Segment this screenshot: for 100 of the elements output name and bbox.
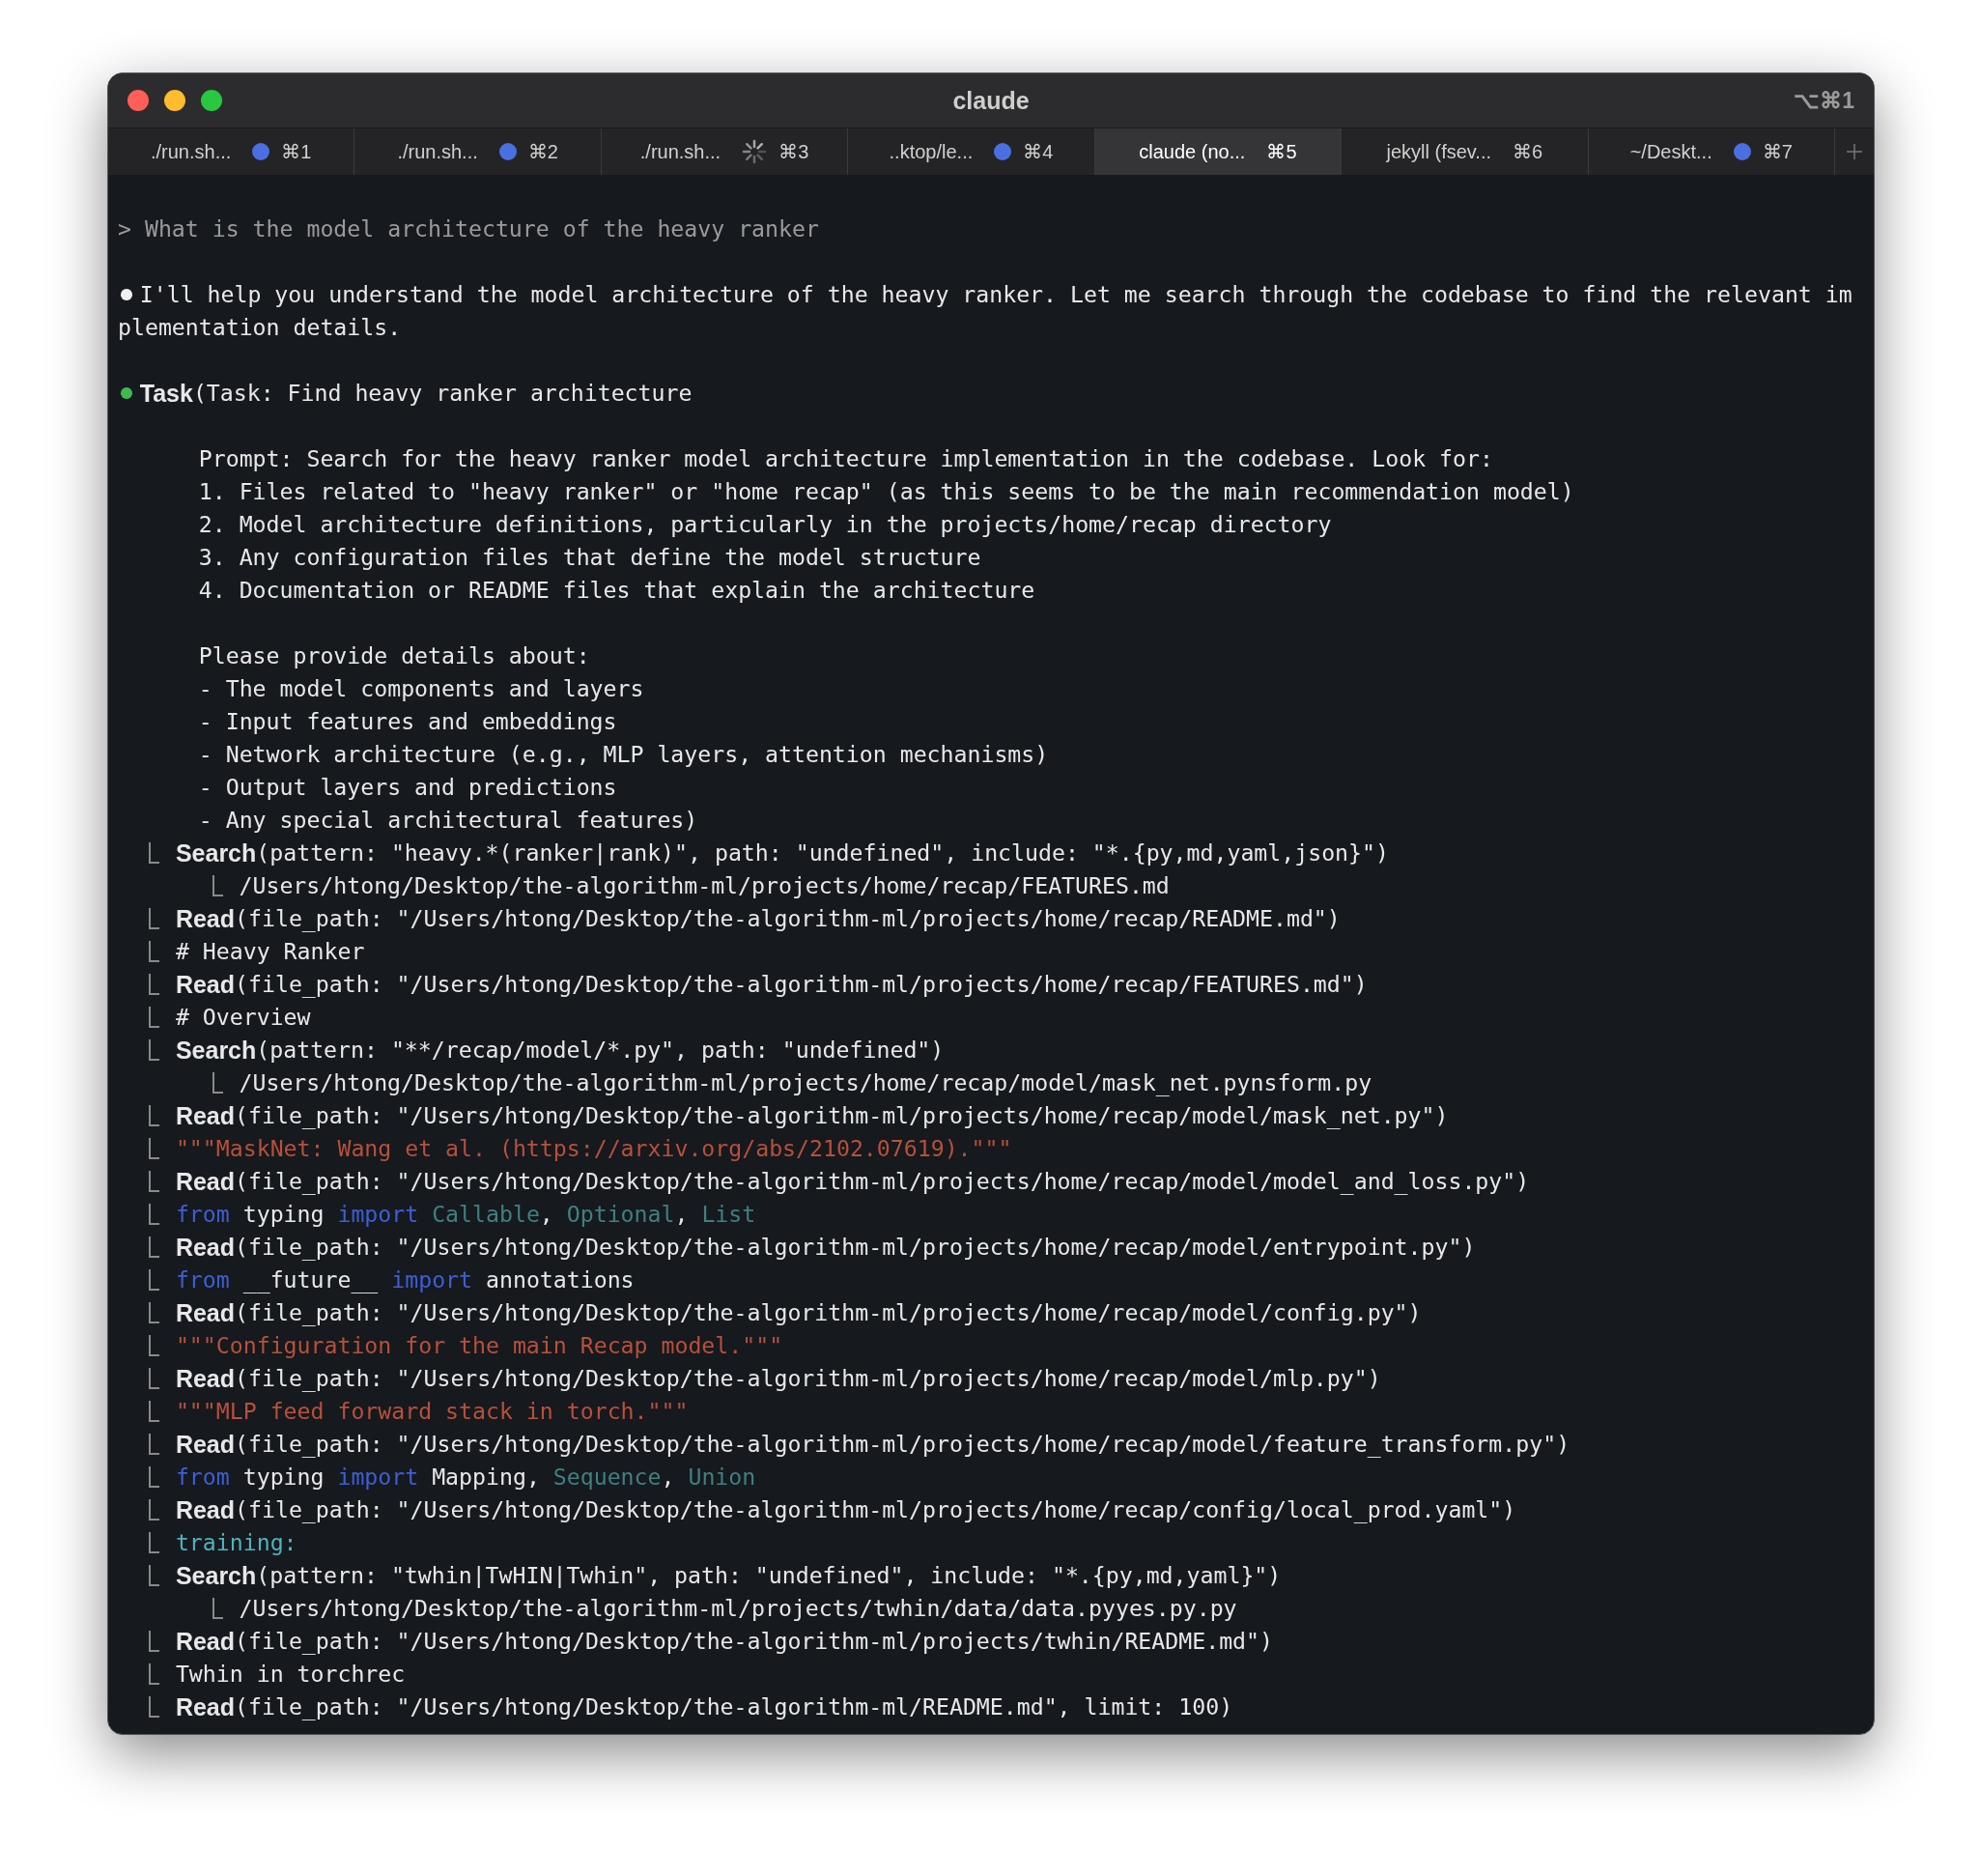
- output-line: /Users/htong/Desktop/the-algorithm-ml/projects/home/recap/FEATURES.md: [239, 871, 1170, 900]
- tool-name: Read: [175, 1627, 236, 1657]
- tree-branch-icon: [148, 1434, 159, 1455]
- output-line: from typing import Mapping, Sequence, Union: [175, 1463, 756, 1492]
- window-title: claude: [952, 86, 1030, 115]
- tree-branch-icon: [148, 908, 159, 929]
- tree-branch-icon: [148, 941, 159, 962]
- output-line: training:: [175, 1528, 297, 1557]
- tree-branch-icon: [148, 1171, 159, 1192]
- minimize-button[interactable]: [164, 90, 185, 111]
- tree-branch-icon: [148, 1631, 159, 1652]
- output-line: from typing import Callable, Optional, List: [175, 1200, 756, 1229]
- tool-name: Search: [175, 839, 257, 868]
- assistant-message-line: I'll help you understand the model architecture of the heavy ranker. Let me search through the codebase to find the relevant im: [139, 280, 1853, 309]
- tool-arguments: (file_path: "/Users/htong/Desktop/the-algorithm-ml/projects/home/recap/model/feature_transform.py"): [235, 1430, 1570, 1460]
- tree-branch-icon: [148, 1039, 159, 1061]
- tab-shortcut: ⌘3: [778, 140, 809, 163]
- tool-arguments: (file_path: "/Users/htong/Desktop/the-algorithm-ml/projects/twhin/README.md"): [235, 1627, 1273, 1657]
- tool-name: Task: [139, 379, 193, 409]
- terminal-tab[interactable]: claude (no... ⌘5: [1094, 128, 1343, 175]
- activity-dot-icon: [498, 143, 517, 160]
- tab-label: jekyll (fsev...: [1386, 140, 1492, 163]
- tool-name: Read: [175, 1430, 236, 1460]
- tool-arguments: (file_path: "/Users/htong/Desktop/the-algorithm-ml/projects/home/recap/config/local_prod.yaml"): [235, 1495, 1516, 1525]
- tool-name: Search: [175, 1036, 257, 1066]
- prompt-text-line: - The model components and layers: [198, 674, 644, 703]
- tool-name: Read: [175, 1298, 236, 1328]
- tree-branch-icon: [148, 1138, 159, 1159]
- user-prompt: > What is the model architecture of the heavy ranker: [118, 214, 819, 243]
- tool-name: Read: [175, 1167, 236, 1197]
- close-button[interactable]: [127, 90, 149, 111]
- prompt-text-line: 3. Any configuration files that define the model structure: [198, 543, 981, 572]
- tool-name: Read: [175, 1101, 236, 1131]
- tree-branch-icon: [148, 842, 159, 864]
- activity-dot-icon: [252, 143, 270, 160]
- tool-arguments: (file_path: "/Users/htong/Desktop/the-algorithm-ml/projects/home/recap/README.md"): [235, 904, 1341, 934]
- tree-branch-icon: [148, 1204, 159, 1225]
- prompt-text-line: - Network architecture (e.g., MLP layers, attention mechanisms): [198, 740, 1049, 769]
- tool-arguments: (Task: Find heavy ranker architecture: [192, 379, 693, 408]
- prompt-text-line: 4. Documentation or README files that explain the architecture: [198, 576, 1035, 605]
- tool-arguments: (file_path: "/Users/htong/Desktop/the-algorithm-ml/projects/home/recap/model/mask_net.py"): [235, 1101, 1449, 1131]
- tree-branch-icon: [148, 1302, 159, 1323]
- output-line: /Users/htong/Desktop/the-algorithm-ml/projects/twhin/data/data.pyyes.py.py: [239, 1594, 1237, 1623]
- bullet-icon: [121, 289, 133, 300]
- tab-shortcut: ⌘5: [1266, 140, 1297, 163]
- tab-shortcut: ⌘1: [281, 140, 312, 163]
- output-line: Twhin in torchrec: [175, 1660, 406, 1689]
- activity-dot-icon: [1733, 143, 1751, 160]
- tool-name: Read: [175, 1233, 236, 1263]
- prompt-text-line: Please provide details about:: [198, 641, 590, 670]
- tree-branch-icon: [148, 974, 159, 995]
- tree-branch-icon: [148, 1105, 159, 1126]
- prompt-text-line: 1. Files related to "heavy ranker" or "home recap" (as this seems to be the main recommendation model): [198, 477, 1574, 506]
- output-line: """Configuration for the main Recap model.""": [175, 1331, 783, 1360]
- prompt-text-line: - Any special architectural features): [198, 806, 698, 835]
- tab-label: ./run.sh...: [639, 140, 721, 163]
- tool-arguments: (file_path: "/Users/htong/Desktop/the-algorithm-ml/projects/home/recap/FEATURES.md"): [235, 970, 1368, 1000]
- tab-label: ~/Deskt...: [1629, 140, 1712, 163]
- zoom-button[interactable]: [201, 90, 222, 111]
- tool-arguments: (file_path: "/Users/htong/Desktop/the-algorithm-ml/projects/home/recap/model/entrypoint.py"): [235, 1233, 1476, 1263]
- prompt-text-line: Prompt: Search for the heavy ranker model architecture implementation in the codebase. Look for:: [198, 444, 1493, 473]
- tree-branch-icon: [148, 1466, 159, 1488]
- tree-branch-icon: [148, 1007, 159, 1028]
- status-dot-icon: [121, 387, 133, 399]
- tool-arguments: (file_path: "/Users/htong/Desktop/the-algorithm-ml/projects/home/recap/model/model_and_loss.py"): [235, 1167, 1530, 1197]
- tab-label: ..ktop/le...: [889, 140, 974, 163]
- tool-name: Read: [175, 1364, 236, 1394]
- tab-shortcut: ⌘4: [1023, 140, 1054, 163]
- tab-label: claude (no...: [1139, 140, 1246, 163]
- tree-branch-icon: [148, 1401, 159, 1422]
- tool-arguments: (file_path: "/Users/htong/Desktop/the-algorithm-ml/projects/home/recap/model/config.py"): [235, 1298, 1422, 1328]
- tab-label: ./run.sh...: [397, 140, 478, 163]
- tab-label: ./run.sh...: [150, 140, 232, 163]
- output-line: from __future__ import annotations: [175, 1265, 635, 1295]
- output-line: """MLP feed forward stack in torch.""": [175, 1397, 689, 1426]
- tool-name: Read: [175, 970, 236, 1000]
- tree-branch-icon: [212, 1072, 223, 1094]
- tree-branch-icon: [212, 1598, 223, 1619]
- tree-branch-icon: [148, 1269, 159, 1291]
- window-shortcut: ⌥⌘1: [1794, 87, 1854, 114]
- tab-shortcut: ⌘7: [1762, 140, 1793, 163]
- output-line: # Heavy Ranker: [175, 937, 365, 966]
- prompt-text-line: - Output layers and predictions: [198, 773, 617, 802]
- tree-branch-icon: [148, 1335, 159, 1356]
- spinner-icon: [742, 139, 768, 164]
- tab-shortcut: ⌘6: [1513, 140, 1543, 163]
- tree-branch-icon: [148, 1236, 159, 1258]
- assistant-message-line: plementation details.: [118, 313, 402, 342]
- tree-branch-icon: [148, 1565, 159, 1586]
- tree-branch-icon: [148, 1368, 159, 1389]
- tool-arguments: (pattern: "heavy.*(ranker|rank)", path: "undefined", include: "*.{py,md,yaml,json}"): [256, 839, 1389, 867]
- tab-shortcut: ⌘2: [527, 140, 558, 163]
- tool-arguments: (file_path: "/Users/htong/Desktop/the-algorithm-ml/projects/home/recap/model/mlp.py"): [235, 1364, 1381, 1394]
- output-line: """MaskNet: Wang et al. (https://arxiv.org/abs/2102.07619).""": [175, 1134, 1012, 1163]
- tree-branch-icon: [148, 1663, 159, 1685]
- tool-name: Read: [175, 904, 236, 934]
- tree-branch-icon: [212, 875, 223, 896]
- tool-name: Read: [175, 1495, 236, 1525]
- tool-arguments: (file_path: "/Users/htong/Desktop/the-algorithm-ml/README.md", limit: 100): [235, 1692, 1233, 1722]
- plus-icon: [1845, 143, 1863, 160]
